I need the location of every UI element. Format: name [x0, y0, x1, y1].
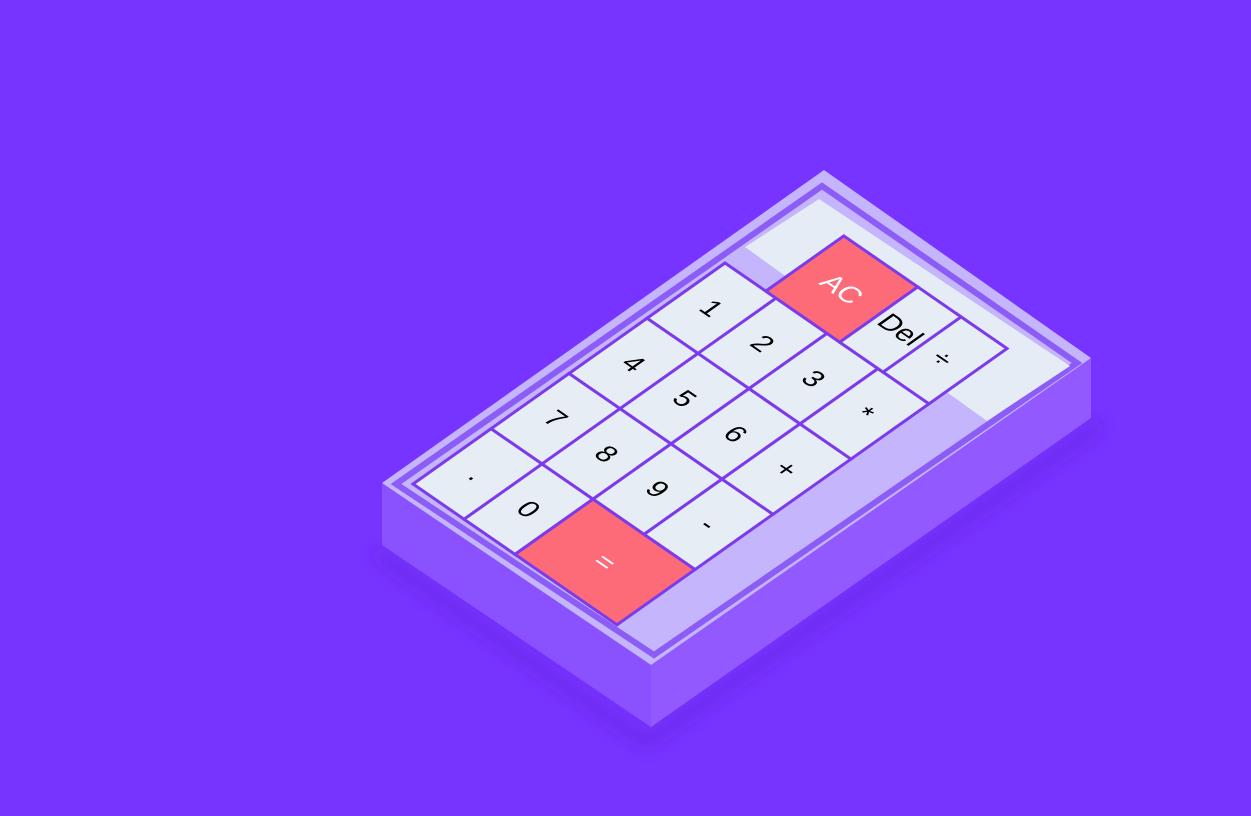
isometric-calculator: 0123456789.-+*÷ACDel=: [376, 170, 1100, 748]
calculator-scene: 0 1 2 3 4 5 6 7 8 9. - + * ÷ AC Del =: [0, 0, 1251, 811]
